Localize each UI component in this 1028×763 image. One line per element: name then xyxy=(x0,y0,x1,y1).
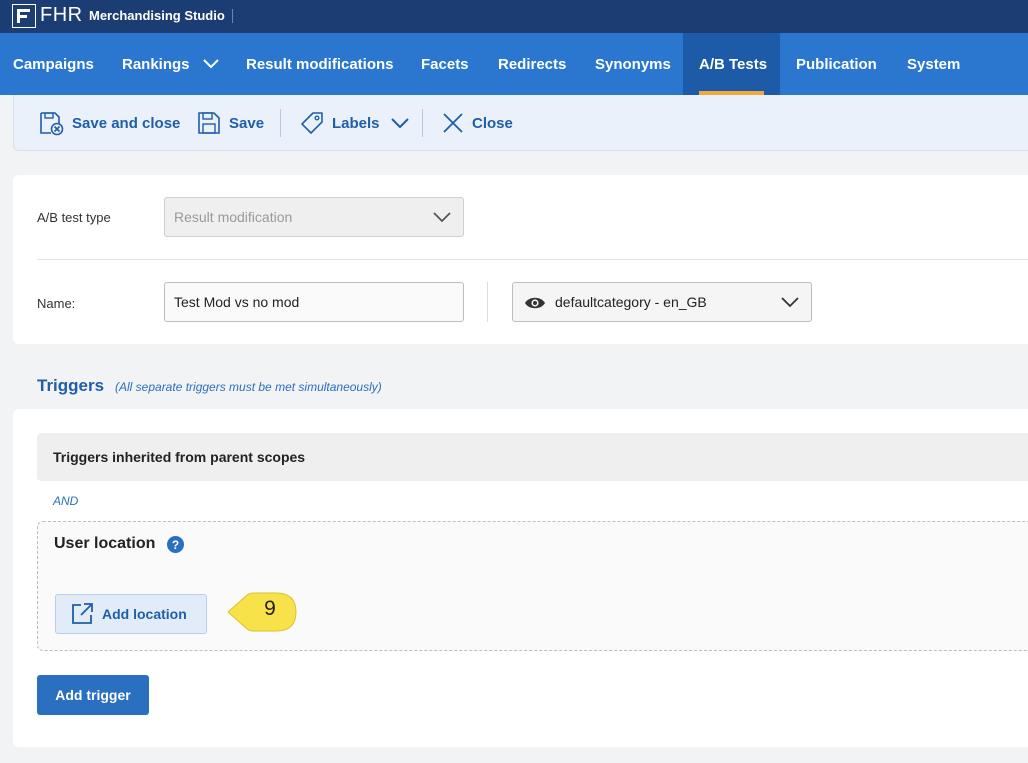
external-link-icon xyxy=(72,603,93,624)
user-location-title: User location xyxy=(54,535,156,552)
name-input[interactable]: Test Mod vs no mod xyxy=(164,282,464,322)
save-and-close-button[interactable]: Save and close xyxy=(38,95,180,151)
topbar-divider xyxy=(232,9,233,23)
ab-test-type-label: A/B test type xyxy=(37,210,111,225)
divider xyxy=(487,282,488,322)
nav-item-result-modifications[interactable]: Result modifications xyxy=(246,33,394,95)
chevron-down-icon xyxy=(202,59,219,69)
chevron-down-icon xyxy=(390,118,409,129)
nav-item-ab-tests[interactable]: A/B Tests xyxy=(683,33,780,95)
main-nav: Campaigns Rankings Result modifications … xyxy=(0,33,1028,95)
help-icon[interactable]: ? xyxy=(167,536,184,553)
labels-dropdown-button[interactable]: Labels xyxy=(300,95,410,151)
nav-item-rankings[interactable]: Rankings xyxy=(122,33,220,95)
add-location-button[interactable]: Add location xyxy=(55,594,207,634)
add-trigger-button[interactable]: Add trigger xyxy=(37,675,149,715)
triggers-card: Triggers inherited from parent scopes AN… xyxy=(13,409,1028,747)
nav-item-system[interactable]: System xyxy=(907,33,960,95)
name-label: Name: xyxy=(37,296,76,311)
triggers-heading: Triggers xyxy=(37,376,105,395)
scope-select[interactable]: defaultcategory - en_GB xyxy=(512,282,812,322)
ab-test-type-select: Result modification xyxy=(164,197,464,237)
chevron-down-icon xyxy=(433,212,451,223)
and-operator: AND xyxy=(53,494,79,508)
toolbar-divider xyxy=(422,109,423,137)
action-toolbar: Save and close Save Labels Close xyxy=(13,95,1028,151)
toolbar-divider xyxy=(280,109,281,137)
tag-icon xyxy=(301,112,323,134)
close-icon xyxy=(443,113,463,133)
save-button[interactable]: Save xyxy=(197,95,264,151)
app-name: Merchandising Studio xyxy=(89,8,225,23)
logo-text: FHR xyxy=(40,4,83,26)
top-bar: FHR Merchandising Studio xyxy=(0,0,1028,33)
save-close-icon xyxy=(40,112,64,136)
eye-icon xyxy=(525,297,545,309)
fhr-logo-icon xyxy=(12,4,36,28)
triggers-note: (All separate triggers must be met simul… xyxy=(115,380,382,394)
callout-number: 9 xyxy=(264,597,276,620)
user-location-trigger: User location ? Add location xyxy=(37,521,1028,651)
nav-item-campaigns[interactable]: Campaigns xyxy=(13,33,94,95)
nav-item-publication[interactable]: Publication xyxy=(796,33,877,95)
nav-item-redirects[interactable]: Redirects xyxy=(498,33,566,95)
ab-test-form: A/B test type Result modification Name: … xyxy=(13,175,1028,344)
chevron-down-icon xyxy=(781,297,799,308)
inherited-triggers-panel[interactable]: Triggers inherited from parent scopes xyxy=(37,433,1028,481)
divider xyxy=(37,259,1028,260)
nav-item-facets[interactable]: Facets xyxy=(421,33,469,95)
close-button[interactable]: Close xyxy=(442,95,513,151)
nav-item-synonyms[interactable]: Synonyms xyxy=(595,33,671,95)
save-icon xyxy=(198,112,220,134)
